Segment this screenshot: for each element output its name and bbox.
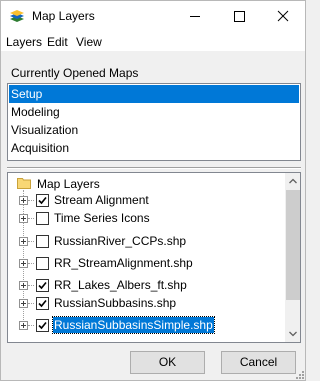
layer-checkbox[interactable] bbox=[36, 194, 49, 207]
map-item-acquisition[interactable]: Acquisition bbox=[9, 139, 299, 157]
cancel-button[interactable]: Cancel bbox=[221, 351, 296, 374]
expand-icon[interactable] bbox=[19, 281, 28, 290]
map-item-setup[interactable]: Setup bbox=[9, 85, 299, 103]
layer-checkbox[interactable] bbox=[36, 297, 49, 310]
layers-tree[interactable]: Map Layers Stream Alignment Time Series … bbox=[7, 172, 301, 343]
checkmark-icon bbox=[38, 321, 47, 330]
chevron-down-icon bbox=[289, 331, 297, 337]
menu-layers[interactable]: Layers bbox=[6, 35, 42, 49]
maximize-button[interactable] bbox=[217, 1, 261, 32]
scroll-thumb[interactable] bbox=[286, 190, 300, 300]
layer-label: RR_Lakes_Albers_ft.shp bbox=[54, 278, 187, 292]
resize-grip-icon[interactable] bbox=[293, 368, 305, 380]
map-layers-window: Map Layers Layers Edit View Currently Op… bbox=[0, 0, 306, 381]
layer-label: RR_StreamAlignment.shp bbox=[54, 256, 193, 270]
window-title: Map Layers bbox=[32, 9, 95, 23]
scroll-up-button[interactable] bbox=[285, 173, 300, 190]
layer-checkbox[interactable] bbox=[36, 319, 49, 332]
chevron-up-icon bbox=[289, 178, 297, 184]
minimize-icon bbox=[190, 16, 200, 17]
map-item-visualization[interactable]: Visualization bbox=[9, 121, 299, 139]
checkmark-icon bbox=[38, 299, 47, 308]
expand-icon[interactable] bbox=[19, 299, 28, 308]
layer-label: RussianSubbasins.shp bbox=[54, 296, 177, 310]
title-bar[interactable]: Map Layers bbox=[1, 1, 305, 32]
minimize-button[interactable] bbox=[173, 1, 217, 32]
menu-edit[interactable]: Edit bbox=[47, 35, 68, 49]
layer-checkbox[interactable] bbox=[36, 257, 49, 270]
opened-maps-label: Currently Opened Maps bbox=[11, 66, 139, 80]
expand-icon[interactable] bbox=[19, 196, 28, 205]
menu-bar: Layers Edit View bbox=[1, 32, 305, 51]
ok-button[interactable]: OK bbox=[130, 351, 205, 374]
layer-label: Stream Alignment bbox=[54, 193, 149, 207]
opened-maps-list[interactable]: Setup Modeling Visualization Acquisition bbox=[7, 83, 301, 161]
layer-label: RussianRiver_CCPs.shp bbox=[54, 234, 187, 248]
layer-checkbox[interactable] bbox=[36, 279, 49, 292]
scroll-down-button[interactable] bbox=[285, 325, 300, 342]
checkmark-icon bbox=[38, 281, 47, 290]
expand-icon[interactable] bbox=[19, 237, 28, 246]
close-button[interactable] bbox=[261, 1, 305, 32]
maximize-icon bbox=[234, 11, 245, 22]
layer-checkbox[interactable] bbox=[36, 235, 49, 248]
map-item-modeling[interactable]: Modeling bbox=[9, 103, 299, 121]
menu-view[interactable]: View bbox=[76, 35, 102, 49]
layer-checkbox[interactable] bbox=[36, 212, 49, 225]
folder-icon bbox=[17, 178, 31, 189]
layer-label: RussianSubbasinsSimple.shp bbox=[52, 316, 215, 334]
tree-root-label: Map Layers bbox=[37, 177, 100, 191]
expand-icon[interactable] bbox=[19, 321, 28, 330]
checkmark-icon bbox=[38, 196, 47, 205]
layer-label: Time Series Icons bbox=[54, 211, 150, 225]
separator bbox=[7, 167, 301, 169]
layers-app-icon bbox=[10, 10, 24, 22]
close-icon bbox=[277, 10, 289, 22]
expand-icon[interactable] bbox=[19, 259, 28, 268]
tree-scrollbar[interactable] bbox=[285, 173, 300, 342]
expand-icon[interactable] bbox=[19, 214, 28, 223]
